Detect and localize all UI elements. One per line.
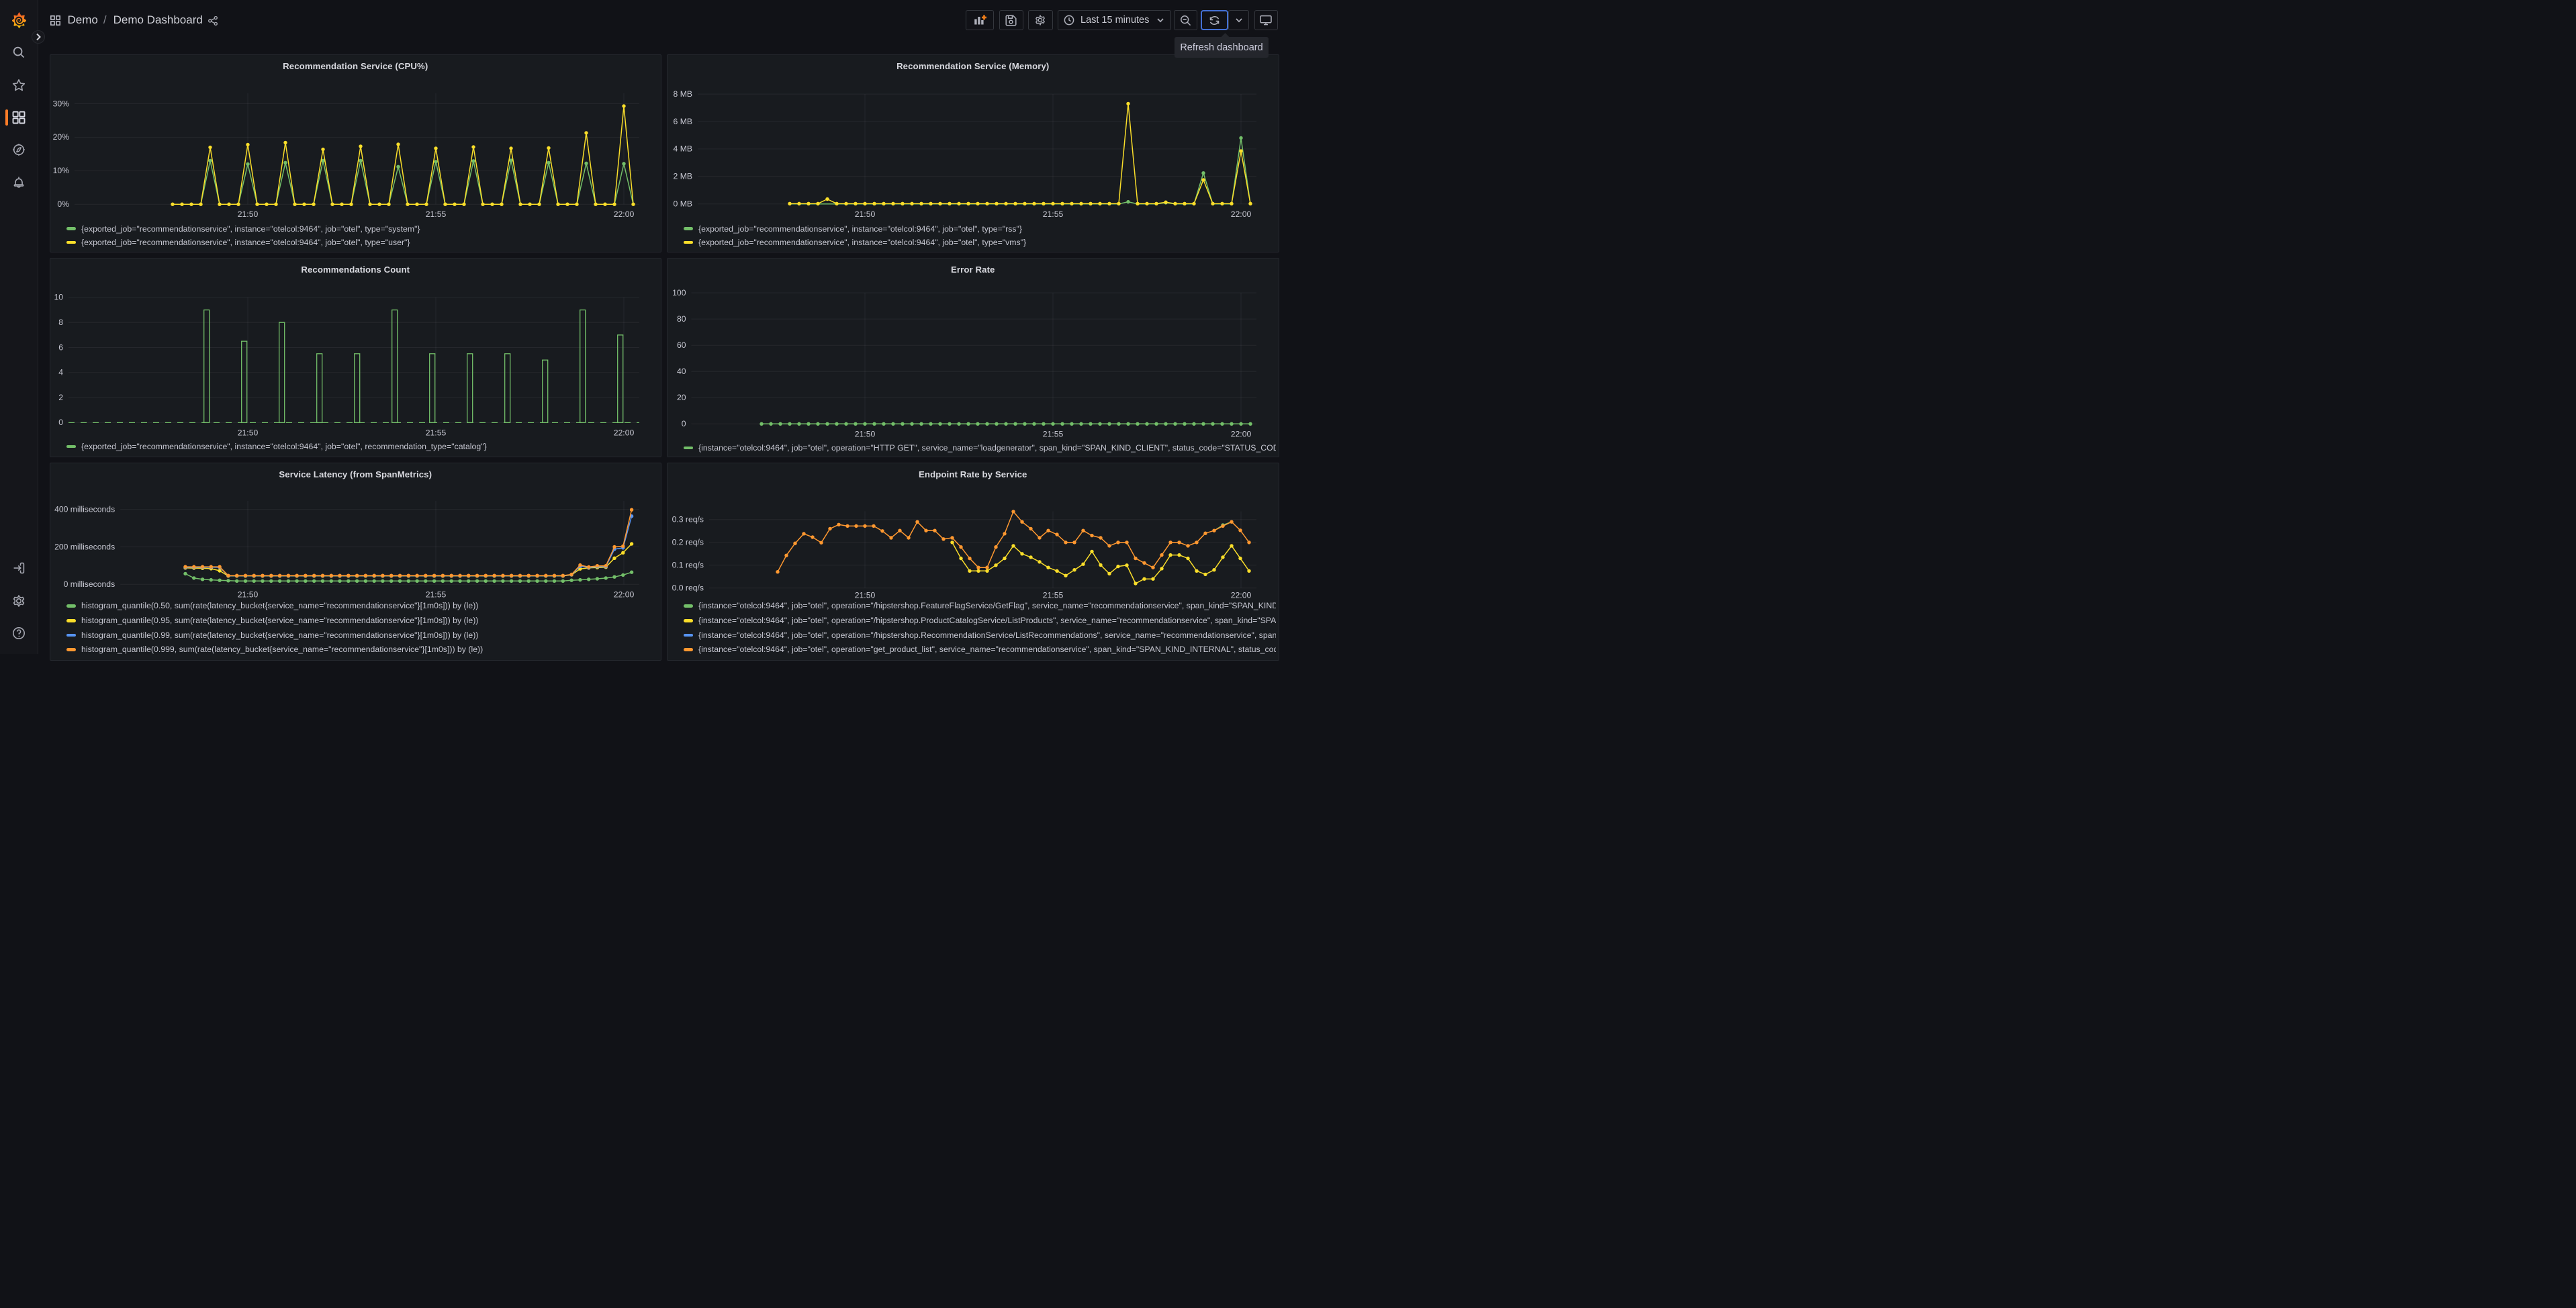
svg-text:0 MB: 0 MB xyxy=(674,199,692,208)
svg-text:6 MB: 6 MB xyxy=(674,116,692,126)
svg-text:0: 0 xyxy=(682,419,686,428)
svg-text:100: 100 xyxy=(672,288,686,297)
svg-text:2 MB: 2 MB xyxy=(674,171,692,181)
svg-text:8 MB: 8 MB xyxy=(674,89,692,98)
svg-text:0.0 req/s: 0.0 req/s xyxy=(672,583,704,592)
svg-text:20%: 20% xyxy=(53,132,70,142)
svg-text:0%: 0% xyxy=(57,199,69,209)
svg-text:10%: 10% xyxy=(53,166,70,175)
svg-text:0: 0 xyxy=(58,418,63,427)
svg-text:22:00: 22:00 xyxy=(1231,429,1252,438)
svg-text:0.3 req/s: 0.3 req/s xyxy=(672,514,704,524)
svg-text:21:55: 21:55 xyxy=(1043,209,1064,219)
svg-text:4: 4 xyxy=(58,368,63,377)
svg-text:22:00: 22:00 xyxy=(614,428,635,437)
svg-text:40: 40 xyxy=(677,367,686,376)
svg-text:22:00: 22:00 xyxy=(1231,590,1252,600)
svg-text:21:50: 21:50 xyxy=(238,590,259,599)
svg-text:2: 2 xyxy=(58,393,63,402)
svg-text:60: 60 xyxy=(677,340,686,350)
svg-text:10: 10 xyxy=(54,293,63,302)
svg-text:4 MB: 4 MB xyxy=(674,144,692,153)
svg-text:8: 8 xyxy=(58,318,63,327)
svg-text:22:00: 22:00 xyxy=(1231,209,1252,219)
svg-text:21:50: 21:50 xyxy=(238,428,259,437)
svg-text:0 milliseconds: 0 milliseconds xyxy=(64,579,116,589)
svg-text:22:00: 22:00 xyxy=(614,590,635,599)
svg-text:21:50: 21:50 xyxy=(238,209,259,219)
svg-text:21:50: 21:50 xyxy=(855,429,876,438)
svg-text:0.2 req/s: 0.2 req/s xyxy=(672,537,704,547)
svg-text:21:55: 21:55 xyxy=(426,209,447,219)
svg-text:6: 6 xyxy=(58,342,63,352)
svg-text:21:55: 21:55 xyxy=(426,590,447,599)
svg-text:0.1 req/s: 0.1 req/s xyxy=(672,560,704,569)
svg-text:21:55: 21:55 xyxy=(1043,429,1064,438)
svg-text:80: 80 xyxy=(677,314,686,324)
svg-text:21:55: 21:55 xyxy=(426,428,447,437)
svg-text:22:00: 22:00 xyxy=(614,209,635,219)
svg-text:30%: 30% xyxy=(53,99,70,108)
svg-text:21:55: 21:55 xyxy=(1043,590,1064,600)
svg-text:21:50: 21:50 xyxy=(855,209,876,219)
svg-text:21:50: 21:50 xyxy=(855,590,876,600)
svg-text:200 milliseconds: 200 milliseconds xyxy=(54,542,115,551)
svg-text:20: 20 xyxy=(677,393,686,402)
svg-text:400 milliseconds: 400 milliseconds xyxy=(54,504,115,514)
